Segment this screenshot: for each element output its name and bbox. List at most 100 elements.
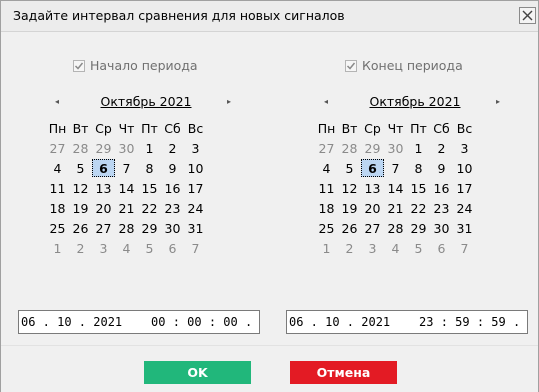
end-period-checkbox[interactable] (345, 60, 357, 72)
calendar-day[interactable]: 3 (361, 238, 384, 258)
calendar-day[interactable]: 29 (138, 218, 161, 238)
calendar-day[interactable]: 15 (407, 178, 430, 198)
calendar-day[interactable]: 29 (92, 138, 115, 158)
calendar-day[interactable]: 24 (184, 198, 207, 218)
day-number: 14 (118, 180, 135, 196)
calendar-day[interactable]: 15 (138, 178, 161, 198)
calendar-day[interactable]: 8 (407, 158, 430, 178)
calendar-day[interactable]: 25 (315, 218, 338, 238)
calendar-day[interactable]: 17 (184, 178, 207, 198)
calendar-day[interactable]: 23 (161, 198, 184, 218)
calendar-day[interactable]: 30 (430, 218, 453, 238)
start-month-label[interactable]: Октябрь 2021 (101, 94, 192, 109)
calendar-day[interactable]: 27 (315, 138, 338, 158)
end-month-label[interactable]: Октябрь 2021 (370, 94, 461, 109)
ok-button[interactable]: OK (144, 361, 251, 384)
close-button[interactable] (519, 7, 536, 24)
calendar-day[interactable]: 18 (315, 198, 338, 218)
calendar-day[interactable]: 2 (161, 138, 184, 158)
calendar-day[interactable]: 20 (361, 198, 384, 218)
calendar-day[interactable]: 7 (453, 238, 476, 258)
calendar-day[interactable]: 22 (407, 198, 430, 218)
calendar-day[interactable]: 11 (46, 178, 69, 198)
calendar-day[interactable]: 10 (184, 158, 207, 178)
calendar-day[interactable]: 28 (115, 218, 138, 238)
cancel-button[interactable]: Отмена (290, 361, 397, 384)
calendar-day[interactable]: 5 (407, 238, 430, 258)
calendar-day[interactable]: 7 (115, 158, 138, 178)
calendar-day[interactable]: 19 (69, 198, 92, 218)
calendar-day[interactable]: 20 (92, 198, 115, 218)
day-number: 30 (118, 140, 135, 156)
end-datetime-field[interactable]: 06 . 10 . 2021 23 : 59 : 59 . 999 (286, 310, 528, 334)
calendar-day[interactable]: 2 (430, 138, 453, 158)
calendar-day[interactable]: 28 (384, 218, 407, 238)
calendar-day[interactable]: 16 (161, 178, 184, 198)
start-datetime-field[interactable]: 06 . 10 . 2021 00 : 00 : 00 . 000 (18, 310, 260, 334)
calendar-day[interactable]: 28 (69, 138, 92, 158)
calendar-day[interactable]: 14 (115, 178, 138, 198)
calendar-day[interactable]: 1 (315, 238, 338, 258)
calendar-day[interactable]: 31 (453, 218, 476, 238)
start-selected-day[interactable]: 6 (92, 158, 115, 178)
calendar-day[interactable]: 30 (384, 138, 407, 158)
calendar-day[interactable]: 30 (115, 138, 138, 158)
calendar-day[interactable]: 21 (115, 198, 138, 218)
calendar-day[interactable]: 17 (453, 178, 476, 198)
start-period-checkbox-row[interactable]: Начало периода (73, 58, 198, 74)
calendar-day[interactable]: 3 (453, 138, 476, 158)
calendar-day[interactable]: 27 (92, 218, 115, 238)
calendar-day[interactable]: 9 (161, 158, 184, 178)
calendar-day[interactable]: 16 (430, 178, 453, 198)
calendar-day[interactable]: 4 (46, 158, 69, 178)
calendar-day[interactable]: 3 (184, 138, 207, 158)
calendar-day[interactable]: 25 (46, 218, 69, 238)
end-next-month-icon[interactable]: ▸ (493, 96, 503, 108)
calendar-day[interactable]: 6 (430, 238, 453, 258)
calendar-day[interactable]: 28 (338, 138, 361, 158)
calendar-day[interactable]: 26 (338, 218, 361, 238)
calendar-day[interactable]: 5 (338, 158, 361, 178)
calendar-day[interactable]: 26 (69, 218, 92, 238)
calendar-day[interactable]: 22 (138, 198, 161, 218)
calendar-day[interactable]: 19 (338, 198, 361, 218)
calendar-day[interactable]: 21 (384, 198, 407, 218)
calendar-day[interactable]: 7 (384, 158, 407, 178)
calendar-day[interactable]: 13 (92, 178, 115, 198)
calendar-day[interactable]: 6 (161, 238, 184, 258)
calendar-day[interactable]: 1 (46, 238, 69, 258)
calendar-day[interactable]: 10 (453, 158, 476, 178)
day-number: 27 (364, 220, 381, 236)
calendar-day[interactable]: 9 (430, 158, 453, 178)
calendar-day[interactable]: 11 (315, 178, 338, 198)
calendar-day[interactable]: 2 (69, 238, 92, 258)
calendar-day[interactable]: 1 (407, 138, 430, 158)
calendar-day[interactable]: 23 (430, 198, 453, 218)
calendar-day[interactable]: 8 (138, 158, 161, 178)
calendar-day[interactable]: 5 (138, 238, 161, 258)
end-period-checkbox-row[interactable]: Конец периода (345, 58, 463, 74)
calendar-day[interactable]: 4 (315, 158, 338, 178)
calendar-day[interactable]: 3 (92, 238, 115, 258)
calendar-day[interactable]: 12 (69, 178, 92, 198)
calendar-day[interactable]: 2 (338, 238, 361, 258)
calendar-day[interactable]: 18 (46, 198, 69, 218)
calendar-day[interactable]: 1 (138, 138, 161, 158)
calendar-day[interactable]: 29 (361, 138, 384, 158)
calendar-day[interactable]: 24 (453, 198, 476, 218)
start-period-checkbox[interactable] (73, 60, 85, 72)
calendar-day[interactable]: 27 (46, 138, 69, 158)
calendar-day[interactable]: 30 (161, 218, 184, 238)
calendar-day[interactable]: 4 (115, 238, 138, 258)
calendar-day[interactable]: 7 (184, 238, 207, 258)
calendar-day[interactable]: 12 (338, 178, 361, 198)
calendar-day[interactable]: 4 (384, 238, 407, 258)
calendar-day[interactable]: 31 (184, 218, 207, 238)
calendar-day[interactable]: 5 (69, 158, 92, 178)
start-next-month-icon[interactable]: ▸ (224, 96, 234, 108)
calendar-day[interactable]: 29 (407, 218, 430, 238)
end-selected-day[interactable]: 6 (361, 158, 384, 178)
calendar-day[interactable]: 14 (384, 178, 407, 198)
calendar-day[interactable]: 27 (361, 218, 384, 238)
calendar-day[interactable]: 13 (361, 178, 384, 198)
